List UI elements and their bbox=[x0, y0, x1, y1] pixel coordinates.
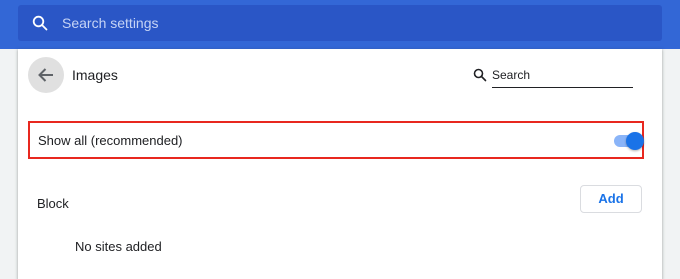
images-search-label: Search bbox=[492, 68, 531, 82]
search-icon bbox=[32, 15, 48, 31]
arrow-back-icon bbox=[38, 68, 53, 82]
back-button[interactable] bbox=[28, 57, 64, 93]
page-title: Images bbox=[72, 67, 118, 83]
search-settings-box[interactable]: Search settings bbox=[18, 5, 662, 41]
top-bar: Search settings bbox=[0, 0, 680, 49]
no-sites-text: No sites added bbox=[75, 239, 162, 254]
search-icon bbox=[473, 68, 487, 82]
images-settings-card: Images Search Show all (recommended) Blo… bbox=[18, 49, 662, 279]
search-settings-placeholder: Search settings bbox=[62, 15, 159, 31]
toggle-knob bbox=[626, 132, 644, 150]
show-all-label: Show all (recommended) bbox=[38, 133, 183, 148]
add-button[interactable]: Add bbox=[580, 185, 642, 213]
show-all-row[interactable]: Show all (recommended) bbox=[28, 121, 644, 159]
images-search[interactable]: Search bbox=[473, 63, 633, 89]
show-all-toggle[interactable] bbox=[614, 132, 644, 150]
images-search-underline bbox=[492, 87, 633, 88]
block-section-title: Block bbox=[37, 196, 69, 211]
